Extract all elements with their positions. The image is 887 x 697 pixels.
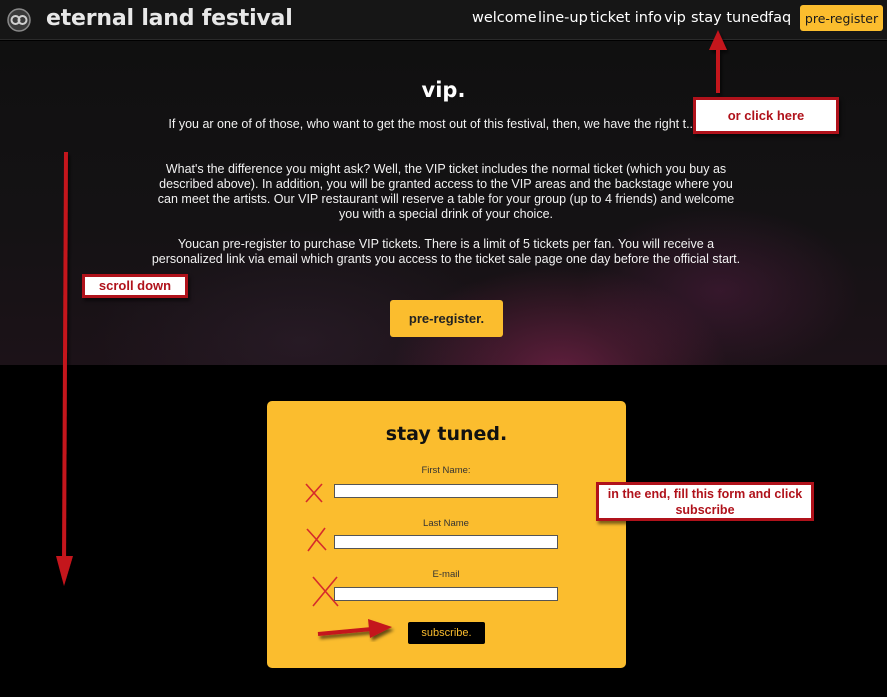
- vip-intro-text: If you ar one of of those, who want to g…: [168, 117, 724, 131]
- logo-icon[interactable]: [6, 8, 32, 32]
- nav-ticket-info[interactable]: ticket info: [590, 10, 662, 26]
- callout-fill-form: in the end, fill this form and click sub…: [596, 482, 814, 521]
- vip-description-text: What's the difference you might ask? Wel…: [157, 162, 735, 221]
- top-navbar: eternal land festival welcome line-up ti…: [0, 0, 887, 40]
- form-title: stay tuned.: [385, 423, 508, 445]
- email-input[interactable]: [334, 587, 558, 601]
- callout-scroll-down: scroll down: [82, 274, 188, 298]
- last-name-label: Last Name: [423, 518, 469, 529]
- first-name-input[interactable]: [334, 484, 558, 498]
- nav-line-up[interactable]: line-up: [538, 10, 588, 26]
- nav-welcome[interactable]: welcome: [472, 10, 537, 26]
- site-title[interactable]: eternal land festival: [46, 6, 293, 31]
- email-label: E-mail: [432, 569, 460, 580]
- nav-faq[interactable]: faq: [768, 10, 791, 26]
- first-name-label: First Name:: [421, 465, 471, 476]
- callout-click-here: or click here: [693, 97, 839, 134]
- nav-stay-tuned[interactable]: stay tuned: [691, 10, 769, 26]
- nav-vip[interactable]: vip: [664, 10, 686, 26]
- pre-register-button[interactable]: pre-register.: [390, 300, 503, 337]
- subscribe-button[interactable]: subscribe.: [408, 622, 485, 644]
- last-name-input[interactable]: [334, 535, 558, 549]
- vip-section: vip. If you ar one of of those, who want…: [0, 41, 887, 365]
- vip-preregister-text: Youcan pre-register to purchase VIP tick…: [151, 237, 741, 266]
- header-pre-register-button[interactable]: pre-register: [800, 5, 883, 31]
- stay-tuned-form: stay tuned. First Name: Last Name E-mail…: [267, 401, 626, 668]
